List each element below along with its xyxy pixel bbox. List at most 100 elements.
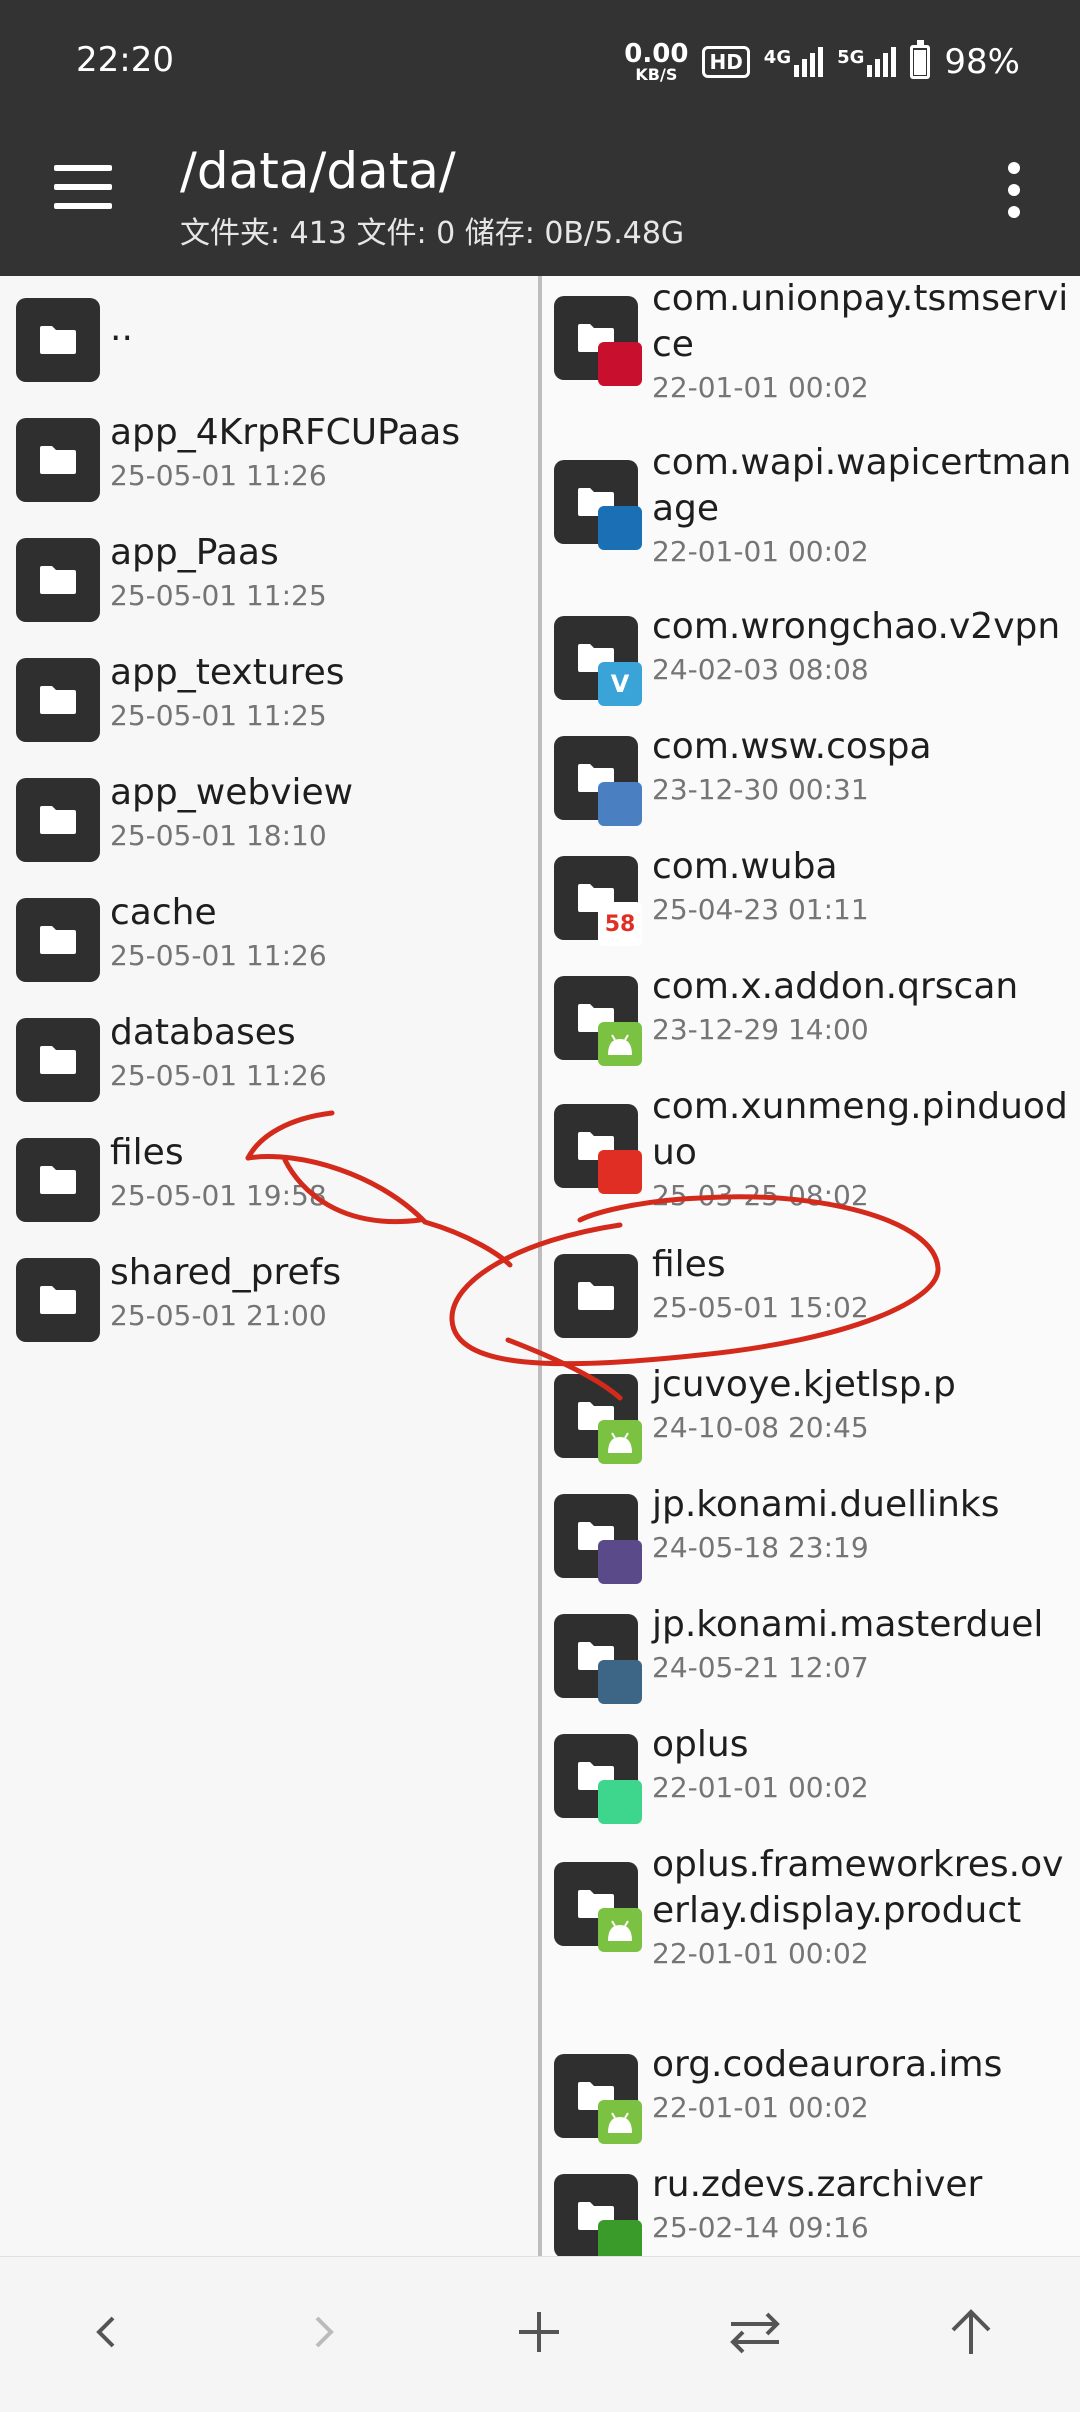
folder-date: 25-05-01 19:58 [110,1179,327,1212]
app-folder-row[interactable]: oplus.frameworkres.ov erlay.display.produ… [542,1842,1080,2006]
folder-row[interactable]: app_textures 25-05-01 11:25 [0,650,538,760]
app-folder-row[interactable]: com.unionpay.tsmservi ce 22-01-01 00:02 [542,276,1080,440]
app-folder-row[interactable]: org.codeaurora.ims 22-01-01 00:02 [542,2042,1080,2162]
folder-date: 25-05-01 21:00 [110,1299,327,1332]
v2vpn-icon: V [598,662,642,706]
wuba-icon: 58 [598,902,642,946]
folder-name: files [110,1132,184,1173]
app-folder-name: com.wapi.wapicertman [652,442,1072,483]
folder-date: 25-05-01 11:25 [110,579,327,612]
folder-row[interactable]: app_4KrpRFCUPaas 25-05-01 11:26 [0,410,538,520]
app-folder-row[interactable]: jcuvoye.kjetlsp.p 24-10-08 20:45 [542,1362,1080,1482]
folder-date: 25-05-01 11:26 [110,1059,327,1092]
app-folder-row[interactable]: ru.zdevs.zarchiver 25-02-14 09:16 [542,2162,1080,2256]
more-options-icon[interactable] [1008,162,1022,218]
swap-icon[interactable] [720,2297,790,2367]
app-folder-date: 22-01-01 00:02 [652,1937,869,1970]
network-speed-value: 0.00 [624,39,689,69]
app-folder-row[interactable]: jp.konami.duellinks 24-05-18 23:19 [542,1482,1080,1602]
app-folder-date: 22-01-01 00:02 [652,2091,869,2124]
app-folder-date: 25-03-25 08:02 [652,1179,869,1212]
app-folder-date: 24-10-08 20:45 [652,1411,869,1444]
path-info: 文件夹: 413 文件: 0 储存: 0B/5.48G [180,216,685,251]
badge-text: 58 [604,911,636,937]
oplus-icon [598,1780,642,1824]
app-folder-name-cont: ce [652,324,694,365]
folder-date: 25-05-01 11:25 [110,699,327,732]
app-folder-row[interactable]: com.xunmeng.pinduod uo 25-03-25 08:02 [542,1084,1080,1248]
android-icon [598,1420,642,1464]
folder-date: 25-05-01 11:26 [110,939,327,972]
network-speed-unit: KB/S [635,65,678,84]
folder-icon [16,298,100,382]
app-folder-row[interactable]: oplus 22-01-01 00:02 [542,1722,1080,1842]
app-folder-name: jp.konami.masterduel [652,1604,1044,1645]
app-folder-row[interactable]: com.wsw.cospa 23-12-30 00:31 [542,724,1080,844]
app-folder-name: jcuvoye.kjetlsp.p [652,1364,956,1405]
duellinks-icon [598,1540,642,1584]
folder-icon [16,1138,100,1222]
app-folder-row[interactable]: com.wapi.wapicertman age 22-01-01 00:02 [542,440,1080,604]
android-icon [598,2100,642,2144]
app-folder-name-cont: age [652,488,720,529]
app-folder-row[interactable]: Vcom.wrongchao.v2vpn 24-02-03 08:08 [542,604,1080,724]
menu-icon[interactable] [54,165,112,209]
folder-icon [554,1254,638,1338]
zarchiver-icon [598,2220,642,2256]
app-folder-name-cont: uo [652,1132,697,1173]
hd-icon: HD [702,46,750,78]
right-file-pane[interactable]: com.unionpay.tsmservi ce 22-01-01 00:02 com… [542,276,1080,2256]
app-folder-name: com.wsw.cospa [652,726,932,767]
app-folder-name: ru.zdevs.zarchiver [652,2164,983,2205]
app-folder-name: files [652,1244,726,1285]
folder-row[interactable]: app_Paas 25-05-01 11:25 [0,530,538,640]
folder-icon [16,658,100,742]
folder-icon [16,898,100,982]
masterduel-icon [598,1660,642,1704]
current-path: /data/data/ [180,142,456,200]
folder-row[interactable]: cache 25-05-01 11:26 [0,890,538,1000]
app-folder-date: 25-05-01 15:02 [652,1291,869,1324]
battery-percent: 98% [944,42,1020,82]
parent-folder-row[interactable]: .. [0,290,538,390]
app-folder-date: 24-05-18 23:19 [652,1531,869,1564]
app-folder-date: 24-05-21 12:07 [652,1651,869,1684]
app-folder-name: oplus.frameworkres.ov [652,1844,1064,1885]
folder-icon [16,418,100,502]
folder-name: cache [110,892,217,933]
folder-name: shared_prefs [110,1252,342,1293]
app-header: 22:20 0.00 KB/S HD 4G 5G 98% /data/data/… [0,0,1080,276]
folder-icon [16,778,100,862]
app-folder-name: com.x.addon.qrscan [652,966,1019,1007]
unionpay-icon [598,342,642,386]
folder-name: app_textures [110,652,345,693]
pinduoduo-icon [598,1150,642,1194]
folder-date: 25-05-01 18:10 [110,819,327,852]
bottom-toolbar [0,2256,1080,2412]
folder-row[interactable]: app_webview 25-05-01 18:10 [0,770,538,880]
app-folder-row[interactable]: 58 com.wuba 25-04-23 01:11 [542,844,1080,964]
folder-date: 25-05-01 11:26 [110,459,327,492]
folder-name: app_Paas [110,532,279,573]
badge-text: V [610,670,630,698]
app-folder-name: com.wuba [652,846,838,887]
folder-icon [16,538,100,622]
up-icon[interactable] [936,2297,1006,2367]
folder-row[interactable]: shared_prefs 25-05-01 21:00 [0,1250,538,1360]
app-folder-row[interactable]: jp.konami.masterduel 24-05-21 12:07 [542,1602,1080,1722]
folder-row[interactable]: files 25-05-01 19:58 [0,1130,538,1240]
app-folder-name: com.xunmeng.pinduod [652,1086,1068,1127]
app-folder-name-cont: erlay.display.product [652,1890,1022,1931]
app-folder-row[interactable]: com.x.addon.qrscan 23-12-29 14:00 [542,964,1080,1084]
forward-icon[interactable] [288,2297,358,2367]
cospa-icon [598,782,642,826]
app-folder-row[interactable]: files 25-05-01 15:02 [542,1242,1080,1362]
back-icon[interactable] [72,2297,142,2367]
folder-row[interactable]: databases 25-05-01 11:26 [0,1010,538,1120]
app-folder-date: 22-01-01 00:02 [652,371,869,404]
network-speed: 0.00 KB/S [624,41,688,83]
left-file-pane[interactable]: .. app_4KrpRFCUPaas 25-05-01 11:26 app_Paas… [0,276,538,2256]
signal-4g-icon: 4G [764,47,824,77]
folder-name: app_4KrpRFCUPaas [110,412,461,453]
add-icon[interactable] [504,2297,574,2367]
